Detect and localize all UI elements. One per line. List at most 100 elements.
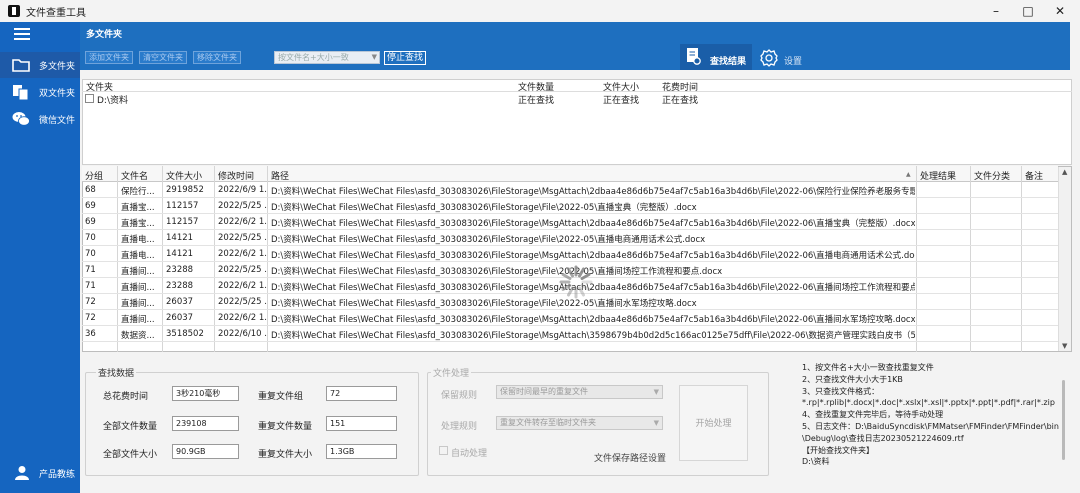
cell-size: 23288 [166,265,194,275]
cell-size: 14121 [166,249,194,259]
cell-path: D:\资料\WeChat Files\WeChat Files\asfd_303… [271,203,697,213]
section-title: 多文件夹 [86,30,123,40]
folder-icon [12,59,30,72]
minimize-icon[interactable]: – [979,0,1013,22]
sort-asc-icon: ▲ [906,171,911,178]
clear-folder-button[interactable]: 清空文件夹 [139,51,187,64]
tab-results-label[interactable]: 查找结果 [710,54,746,67]
folder-col-folder[interactable]: 文件夹 [86,80,113,93]
scroll-down-icon[interactable]: ▼ [1062,342,1067,350]
spinner-spoke [578,286,585,297]
cell-path: D:\资料\WeChat Files\WeChat Files\asfd_303… [271,331,915,341]
cell-group: 69 [85,201,96,211]
grid-col-name[interactable]: 文件名 [121,169,148,182]
tab-settings-label[interactable]: 设置 [784,54,802,67]
dup-count-field[interactable]: 151 [326,416,397,431]
grid-col-note[interactable]: 备注 [1025,169,1043,182]
grid-col-mtime[interactable]: 修改时间 [218,169,254,182]
chevron-down-icon: ▼ [653,419,659,427]
table-row[interactable]: 72 直播间... 26037 2022/6/2 1... D:\资料\WeChat F… [82,310,1058,326]
process-rule-select[interactable]: 重复文件转存至临时文件夹 ▼ [496,416,663,430]
cell-mtime: 2022/6/10 ... [218,329,267,339]
cell-group: 72 [85,313,96,323]
maximize-icon[interactable]: □ [1011,0,1045,22]
cell-group: 69 [85,217,96,227]
window-title: 文件查重工具 [26,8,86,19]
cell-name: 直播间... [121,299,155,309]
cell-mtime: 2022/5/25 ... [218,233,267,243]
folder-table-header [82,79,1072,92]
cell-size: 14121 [166,233,194,243]
spinner-spoke [567,267,574,278]
loading-spinner-icon [559,265,593,299]
processing-title: 文件处理 [431,366,472,379]
folder-col-count[interactable]: 文件数量 [518,80,554,93]
menu-icon[interactable] [14,28,30,40]
cell-mtime: 2022/6/2 1... [218,313,267,323]
keep-rule-select[interactable]: 保留时间最早的重复文件 ▼ [496,385,663,399]
keep-rule-value: 保留时间最早的重复文件 [500,387,588,396]
folder-col-time[interactable]: 花费时间 [662,80,698,93]
close-icon[interactable]: ✕ [1043,0,1077,22]
table-row[interactable]: 69 直播宝... 112157 2022/5/25 ... D:\资料\WeChat … [82,198,1058,214]
table-row[interactable]: 68 保险行... 2919852 2022/6/9 1... D:\资料\WeChat… [82,182,1058,198]
search-mode-select[interactable]: 按文件名+大小一致 ▼ [274,51,380,64]
cell-group: 72 [85,297,96,307]
sidebar-item-wechat[interactable]: 微信文件 [0,106,80,132]
grid-col-size[interactable]: 文件大小 [166,169,202,182]
spinner-spoke [578,267,585,278]
save-path-link[interactable]: 文件保存路径设置 [594,451,666,464]
spinner-spoke [580,284,591,291]
dup-groups-field[interactable]: 72 [326,386,397,401]
search-mode-value: 按文件名+大小一致 [278,53,349,62]
cell-group: 70 [85,233,96,243]
spinner-spoke [567,286,574,297]
cell-mtime: 2022/5/25 ... [218,201,267,211]
table-row[interactable]: 70 直播电... 14121 2022/6/2 1... D:\资料\WeChat F… [82,246,1058,262]
cell-size: 2919852 [166,185,204,195]
sidebar-item-label: 微信文件 [39,116,76,126]
table-row[interactable]: 70 直播电... 14121 2022/5/25 ... D:\资料\WeChat F… [82,230,1058,246]
sidebar-item-multi-folder[interactable]: 多文件夹 [0,52,80,78]
gear-icon[interactable] [760,49,778,67]
grid-col-category[interactable]: 文件分类 [974,169,1010,182]
log-scrollbar[interactable] [1062,380,1065,460]
dup-groups-label: 重复文件组 [258,392,304,402]
dup-size-field[interactable]: 1.3GB [326,444,397,459]
grid-col-path[interactable]: 路径 [271,169,289,182]
cell-name: 保险行... [121,187,155,197]
add-folder-button[interactable]: 添加文件夹 [85,51,133,64]
cell-size: 3518502 [166,329,204,339]
grid-col-result[interactable]: 处理结果 [920,169,956,182]
folder-row-size: 正在查找 [603,96,640,106]
scroll-up-icon[interactable]: ▲ [1062,168,1067,176]
grid-col-group[interactable]: 分组 [85,169,103,182]
sidebar-item-dual-folder[interactable]: 双文件夹 [0,79,80,105]
sidebar-item-tutorial[interactable]: 产品教练 [0,460,80,486]
cell-mtime: 2022/6/2 1... [218,281,267,291]
cell-mtime: 2022/6/9 1... [218,185,267,195]
all-count-field[interactable]: 239108 [172,416,239,431]
all-size-field[interactable]: 90.9GB [172,444,239,459]
dup-size-label: 重复文件大小 [258,450,313,460]
chevron-down-icon: ▼ [371,53,377,61]
folder-col-size[interactable]: 文件大小 [603,80,639,93]
stop-search-button[interactable]: 停止查找 [384,51,427,65]
start-process-button[interactable]: 开始处理 [679,385,748,461]
total-time-field[interactable]: 3秒210毫秒 [172,386,239,401]
folder-row-path[interactable]: D:\资料 [97,93,128,106]
auto-process-checkbox[interactable] [439,446,448,455]
cell-mtime: 2022/6/2 1... [218,217,267,227]
table-row[interactable]: 36 数据资... 3518502 2022/6/10 ... D:\资料\WeChat… [82,326,1058,342]
folder-row-checkbox[interactable] [85,94,94,103]
cell-group: 68 [85,185,96,195]
folder-row-count: 正在查找 [518,96,555,106]
remove-folder-button[interactable]: 移除文件夹 [193,51,241,64]
folder-row-time: 正在查找 [662,96,699,106]
table-row[interactable]: 69 直播宝... 112157 2022/6/2 1... D:\资料\WeChat … [82,214,1058,230]
cell-group: 71 [85,281,96,291]
grid-scrollbar[interactable]: ▲ ▼ [1058,167,1071,351]
app-icon [8,5,20,17]
sidebar-item-label: 双文件夹 [39,89,76,99]
chevron-down-icon: ▼ [653,388,659,396]
